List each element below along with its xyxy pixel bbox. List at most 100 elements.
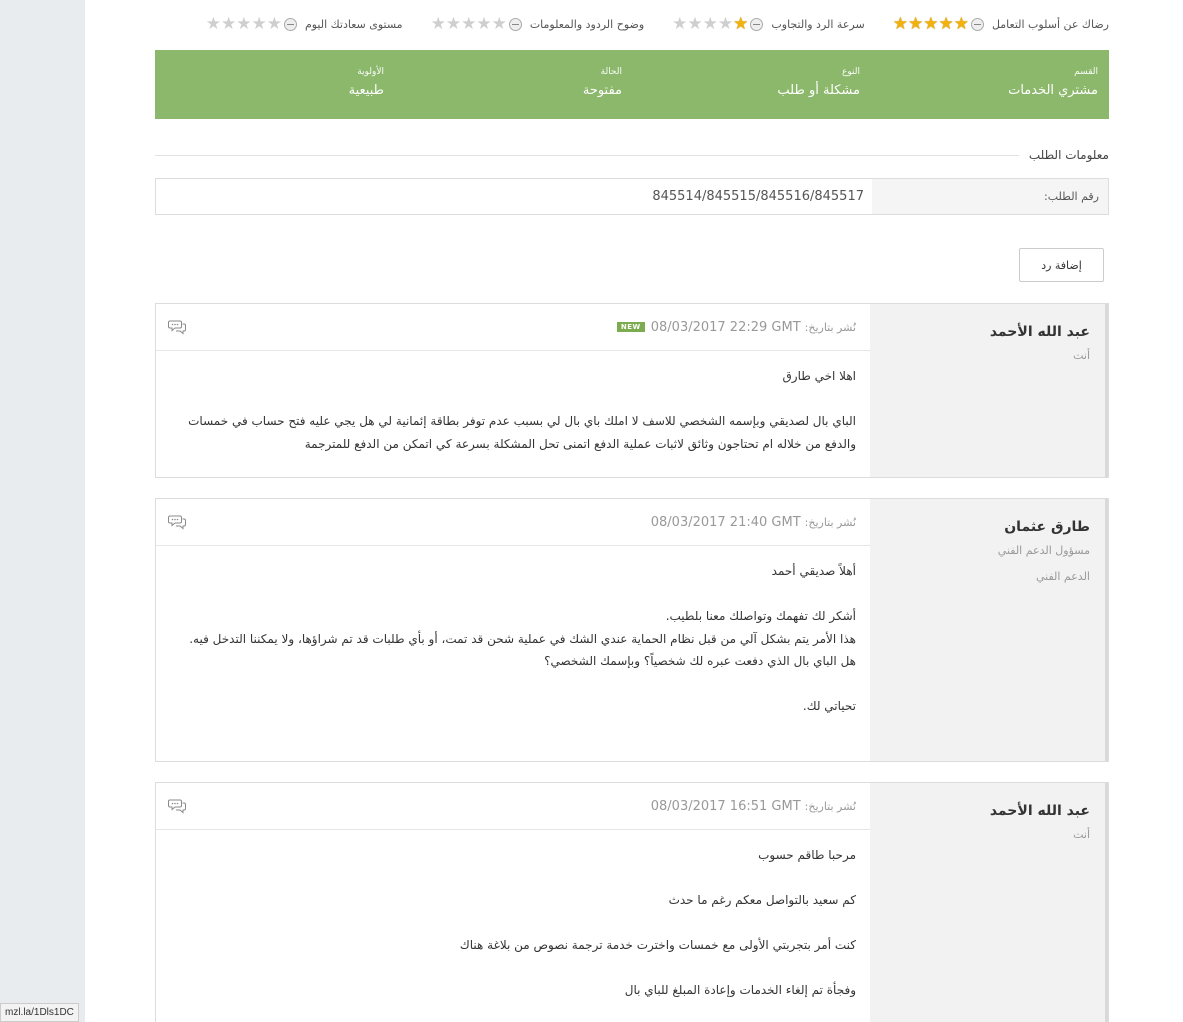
ticket-details-bar: القسم مشتري الخدمات النوع مشكلة أو طلب الحال… xyxy=(155,50,1109,119)
rating-group: رضاك عن أسلوب التعامل ★ ★ ★ ★ ★ xyxy=(893,15,1109,33)
star-icon[interactable]: ★ xyxy=(893,15,908,33)
request-number-value: 845514/845515/845516/845517 xyxy=(156,179,872,214)
post-paragraph: مرحبا طاقم حسوب xyxy=(758,848,856,862)
add-reply-button[interactable]: إضافة رد xyxy=(1019,248,1104,282)
post-date: نُشر بتاريخ: 08/03/2017 21:40 GMT xyxy=(651,515,856,530)
post-header: نُشر بتاريخ: 08/03/2017 22:29 GMT NEW xyxy=(156,304,870,351)
author-name: طارق عثمان xyxy=(1004,519,1090,535)
detail-value: مشكلة أو طلب xyxy=(777,83,860,98)
star-icon[interactable]: ★ xyxy=(461,15,476,33)
detail-column: الأولوية طبيعية xyxy=(157,50,395,119)
quote-bubble-icon[interactable] xyxy=(168,319,186,335)
page: رضاك عن أسلوب التعامل ★ ★ ★ ★ ★ سرعة الرد والت… xyxy=(85,0,1183,1022)
star-icon[interactable]: ★ xyxy=(733,15,748,33)
post-author-panel: طارق عثمان مسؤول الدعم الفني الدعم الفني xyxy=(870,499,1108,761)
star-icon[interactable]: ★ xyxy=(923,15,938,33)
post-paragraph: هل الباي بال الذي دفعت عبره لك شخصياً؟ و… xyxy=(544,654,856,668)
rating-group: وضوح الردود والمعلومات ★ ★ ★ ★ ★ xyxy=(431,15,645,33)
post-text: اهلا اخي طارق الباي بال لصديقي وبإسمه الش… xyxy=(156,351,870,455)
post-paragraph: هذا الأمر يتم بشكل آلي من قبل نظام الحما… xyxy=(189,631,856,646)
detail-value: طبيعية xyxy=(348,83,384,98)
author-name: عبد الله الأحمد xyxy=(989,803,1090,819)
rating-clear-icon[interactable] xyxy=(508,17,522,31)
star-icon[interactable]: ★ xyxy=(687,15,702,33)
rating-label: رضاك عن أسلوب التعامل xyxy=(991,17,1109,31)
post-paragraph: كم سعيد بالتواصل معكم رغم ما حدث xyxy=(668,893,856,907)
post-date-prefix: نُشر بتاريخ: xyxy=(804,799,856,813)
star-icon[interactable]: ★ xyxy=(221,15,236,33)
post-text: أهلاً صديقي أحمد أشكر لك تفهمك وتواصلك مع… xyxy=(156,546,870,718)
star-icon[interactable]: ★ xyxy=(251,15,266,33)
rating-label: وضوح الردود والمعلومات xyxy=(529,17,645,31)
rating-label: مستوى سعادتك اليوم xyxy=(304,17,403,31)
section-divider xyxy=(155,154,1019,156)
post-body: نُشر بتاريخ: 08/03/2017 22:29 GMT NEW اه… xyxy=(156,304,870,477)
post-header: نُشر بتاريخ: 08/03/2017 16:51 GMT xyxy=(156,783,870,830)
post-3: عبد الله الأحمد أنت نُشر بتاريخ: 08/03/2… xyxy=(155,782,1109,1022)
quote-bubble-icon[interactable] xyxy=(168,798,186,814)
post-header: نُشر بتاريخ: 08/03/2017 21:40 GMT xyxy=(156,499,870,546)
star-icon[interactable]: ★ xyxy=(703,15,718,33)
rating-group: مستوى سعادتك اليوم ★ ★ ★ ★ ★ xyxy=(206,15,403,33)
star-icon[interactable]: ★ xyxy=(267,15,282,33)
star-icon[interactable]: ★ xyxy=(718,15,733,33)
star-icon[interactable]: ★ xyxy=(446,15,461,33)
rating-clear-icon[interactable] xyxy=(970,17,984,31)
ratings-row: رضاك عن أسلوب التعامل ★ ★ ★ ★ ★ سرعة الرد والت… xyxy=(155,14,1109,34)
browser-status-url: mzl.la/1Dls1DC xyxy=(0,1003,79,1022)
post-paragraph: أشكر لك تفهمك وتواصلك معنا بلطيب. xyxy=(665,609,856,623)
author-name: عبد الله الأحمد xyxy=(989,324,1090,340)
star-icon[interactable]: ★ xyxy=(236,15,251,33)
section-title: معلومات الطلب xyxy=(1028,148,1109,162)
post-date-value: 08/03/2017 21:40 GMT xyxy=(650,514,801,530)
star-icon[interactable]: ★ xyxy=(492,15,507,33)
detail-label: الأولوية xyxy=(357,67,384,77)
post-date-prefix: نُشر بتاريخ: xyxy=(804,320,856,334)
post-date: نُشر بتاريخ: 08/03/2017 22:29 GMT NEW xyxy=(616,320,856,335)
post-paragraph: اهلا اخي طارق xyxy=(782,369,856,383)
post-paragraph: وفجأة تم إلغاء الخدمات وإعادة المبلغ للب… xyxy=(624,983,856,997)
post-text: مرحبا طاقم حسوب كم سعيد بالتواصل معكم رغم… xyxy=(156,830,870,1002)
rating-clear-icon[interactable] xyxy=(750,17,764,31)
post-body: نُشر بتاريخ: 08/03/2017 16:51 GMT مرحبا … xyxy=(156,783,870,1022)
star-icon[interactable]: ★ xyxy=(954,15,969,33)
star-icon[interactable]: ★ xyxy=(908,15,923,33)
rating-clear-icon[interactable] xyxy=(283,17,297,31)
detail-value: مفتوحة xyxy=(582,83,622,98)
author-role: أنت xyxy=(1073,349,1090,362)
post-paragraph: أهلاً صديقي أحمد xyxy=(771,564,856,578)
post-paragraph: كنت أمر بتجربتي الأولى مع خمسات واخترت خ… xyxy=(459,938,856,952)
post-body: نُشر بتاريخ: 08/03/2017 21:40 GMT أهلاً … xyxy=(156,499,870,761)
star-icon[interactable]: ★ xyxy=(206,15,221,33)
post-1: عبد الله الأحمد أنت نُشر بتاريخ: 08/03/2… xyxy=(155,303,1109,478)
author-role: مسؤول الدعم الفني xyxy=(997,544,1090,557)
detail-value: مشتري الخدمات xyxy=(1008,83,1098,98)
post-2: طارق عثمان مسؤول الدعم الفني الدعم الفني… xyxy=(155,498,1109,762)
detail-column: الحالة مفتوحة xyxy=(395,50,633,119)
detail-label: النوع xyxy=(842,67,860,77)
detail-label: القسم xyxy=(1074,67,1098,77)
star-icon[interactable]: ★ xyxy=(476,15,491,33)
post-date: نُشر بتاريخ: 08/03/2017 16:51 GMT xyxy=(651,799,856,814)
detail-column: القسم مشتري الخدمات xyxy=(871,50,1109,119)
detail-label: الحالة xyxy=(600,67,622,77)
request-number-row: رقم الطلب: 845514/845515/845516/845517 xyxy=(155,178,1109,215)
rating-group: سرعة الرد والتجاوب ★ ★ ★ ★ ★ xyxy=(672,15,865,33)
post-date-prefix: نُشر بتاريخ: xyxy=(804,515,856,529)
star-icon[interactable]: ★ xyxy=(938,15,953,33)
quote-bubble-icon[interactable] xyxy=(168,514,186,530)
rating-label: سرعة الرد والتجاوب xyxy=(771,17,865,31)
star-icon[interactable]: ★ xyxy=(431,15,446,33)
post-author-panel: عبد الله الأحمد أنت xyxy=(870,304,1108,477)
post-paragraph: الباي بال لصديقي وبإسمه الشخصي للاسف لا … xyxy=(188,414,856,451)
post-paragraph: تحياتي لك. xyxy=(802,699,856,713)
author-role: أنت xyxy=(1073,828,1090,841)
star-icon[interactable]: ★ xyxy=(672,15,687,33)
request-info-section: معلومات الطلب xyxy=(155,148,1109,162)
